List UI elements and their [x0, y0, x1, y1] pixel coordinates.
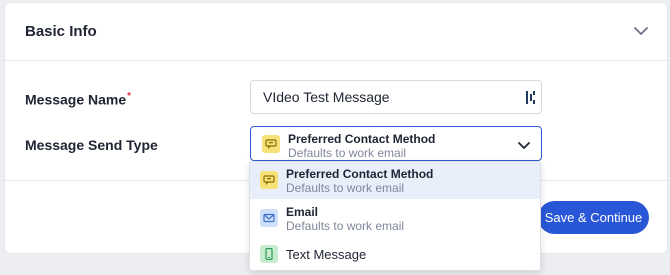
chevron-down-icon[interactable]	[633, 23, 649, 39]
save-continue-button[interactable]: Save & Continue	[538, 201, 649, 234]
chat-icon	[260, 171, 278, 189]
chevron-down-icon[interactable]	[517, 138, 531, 152]
send-type-dropdown: Preferred Contact Method Defaults to wor…	[249, 161, 541, 271]
section-title: Basic Info	[25, 23, 97, 40]
card-header[interactable]: Basic Info	[5, 3, 667, 61]
send-type-select[interactable]: Preferred Contact Method Defaults to wor…	[250, 126, 542, 161]
option-title: Email	[286, 205, 319, 219]
send-type-label: Message Send Type	[25, 137, 158, 153]
option-subtitle: Defaults to work email	[286, 219, 405, 233]
chat-icon	[262, 135, 280, 153]
option-title: Preferred Contact Method	[286, 167, 434, 181]
required-marker: *	[127, 91, 132, 102]
option-subtitle: Defaults to work email	[286, 181, 405, 195]
mail-icon	[260, 209, 278, 227]
selected-option-title: Preferred Contact Method	[288, 132, 436, 146]
field-options-icon[interactable]	[526, 91, 536, 104]
message-name-label: Message Name*	[25, 91, 132, 108]
message-name-input[interactable]	[250, 80, 542, 114]
option-title: Text Message	[286, 247, 367, 262]
selected-option-subtitle: Defaults to work email	[288, 146, 407, 160]
dropdown-option-preferred[interactable]: Preferred Contact Method Defaults to wor…	[250, 162, 540, 199]
dropdown-option-email[interactable]: Email Defaults to work email	[250, 199, 540, 237]
dropdown-option-text[interactable]: Text Message	[250, 237, 540, 270]
phone-icon	[260, 245, 278, 263]
